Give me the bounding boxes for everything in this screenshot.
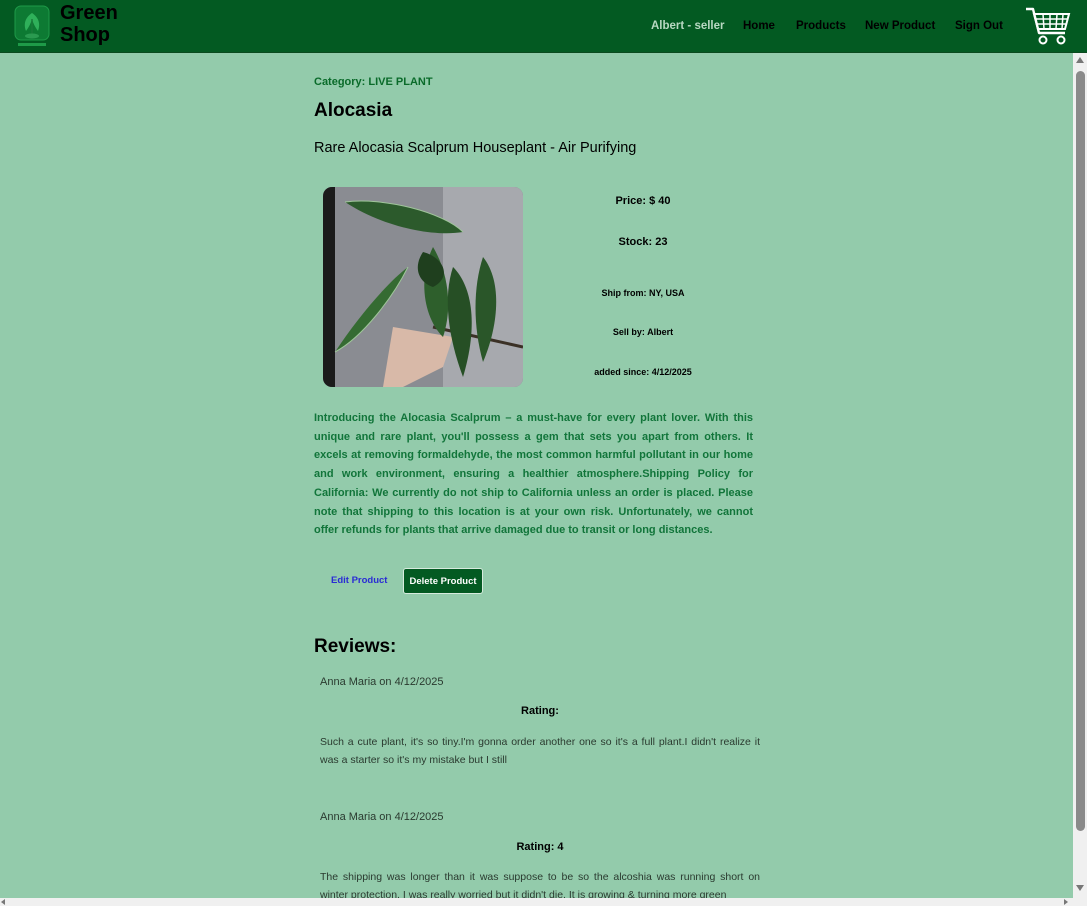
review-rating: Rating: 4: [516, 841, 564, 853]
product-added-date: added since: 4/12/2025: [594, 367, 692, 377]
shopping-cart-icon[interactable]: [1024, 5, 1072, 47]
top-navbar: Green Shop Albert - seller Home Products…: [0, 0, 1087, 53]
scroll-right-arrow-icon[interactable]: [1064, 899, 1068, 905]
review-rating: Rating:: [521, 705, 559, 717]
product-seller: Sell by: Albert: [612, 327, 674, 337]
delete-product-button[interactable]: Delete Product: [403, 568, 483, 594]
reviews-heading: Reviews:: [314, 636, 397, 657]
product-subtitle: Rare Alocasia Scalprum Houseplant - Air …: [314, 140, 637, 156]
scroll-left-arrow-icon[interactable]: [1, 899, 5, 905]
product-stock: Stock: 23: [618, 236, 668, 248]
horizontal-scrollbar[interactable]: [0, 898, 1087, 906]
scroll-down-arrow-icon[interactable]: [1076, 885, 1084, 891]
product-ship-from: Ship from: NY, USA: [601, 288, 685, 298]
edit-product-link[interactable]: Edit Product: [331, 575, 387, 586]
scroll-up-arrow-icon[interactable]: [1076, 57, 1084, 63]
review-author: Anna Maria on 4/12/2025: [320, 811, 444, 823]
brand-title[interactable]: Green Shop: [60, 2, 130, 46]
nav-home-link[interactable]: Home: [743, 20, 775, 32]
green-shop-logo-icon[interactable]: [14, 5, 50, 49]
nav-sign-out-link[interactable]: Sign Out: [955, 20, 1003, 32]
scrollbar-thumb[interactable]: [1076, 71, 1085, 831]
vertical-scrollbar[interactable]: [1073, 53, 1087, 898]
nav-new-product-link[interactable]: New Product: [865, 20, 935, 32]
product-name: Alocasia: [314, 100, 393, 121]
review-author: Anna Maria on 4/12/2025: [320, 676, 444, 688]
current-user-label: Albert - seller: [651, 20, 725, 32]
product-description: Introducing the Alocasia Scalprum – a mu…: [314, 412, 753, 537]
nav-products-link[interactable]: Products: [796, 20, 846, 32]
product-price: Price: $ 40: [615, 195, 671, 207]
product-image: [323, 187, 523, 387]
review-text: Such a cute plant, it's so tiny.I'm gonn…: [320, 736, 760, 766]
product-category: Category: LIVE PLANT: [314, 76, 433, 88]
